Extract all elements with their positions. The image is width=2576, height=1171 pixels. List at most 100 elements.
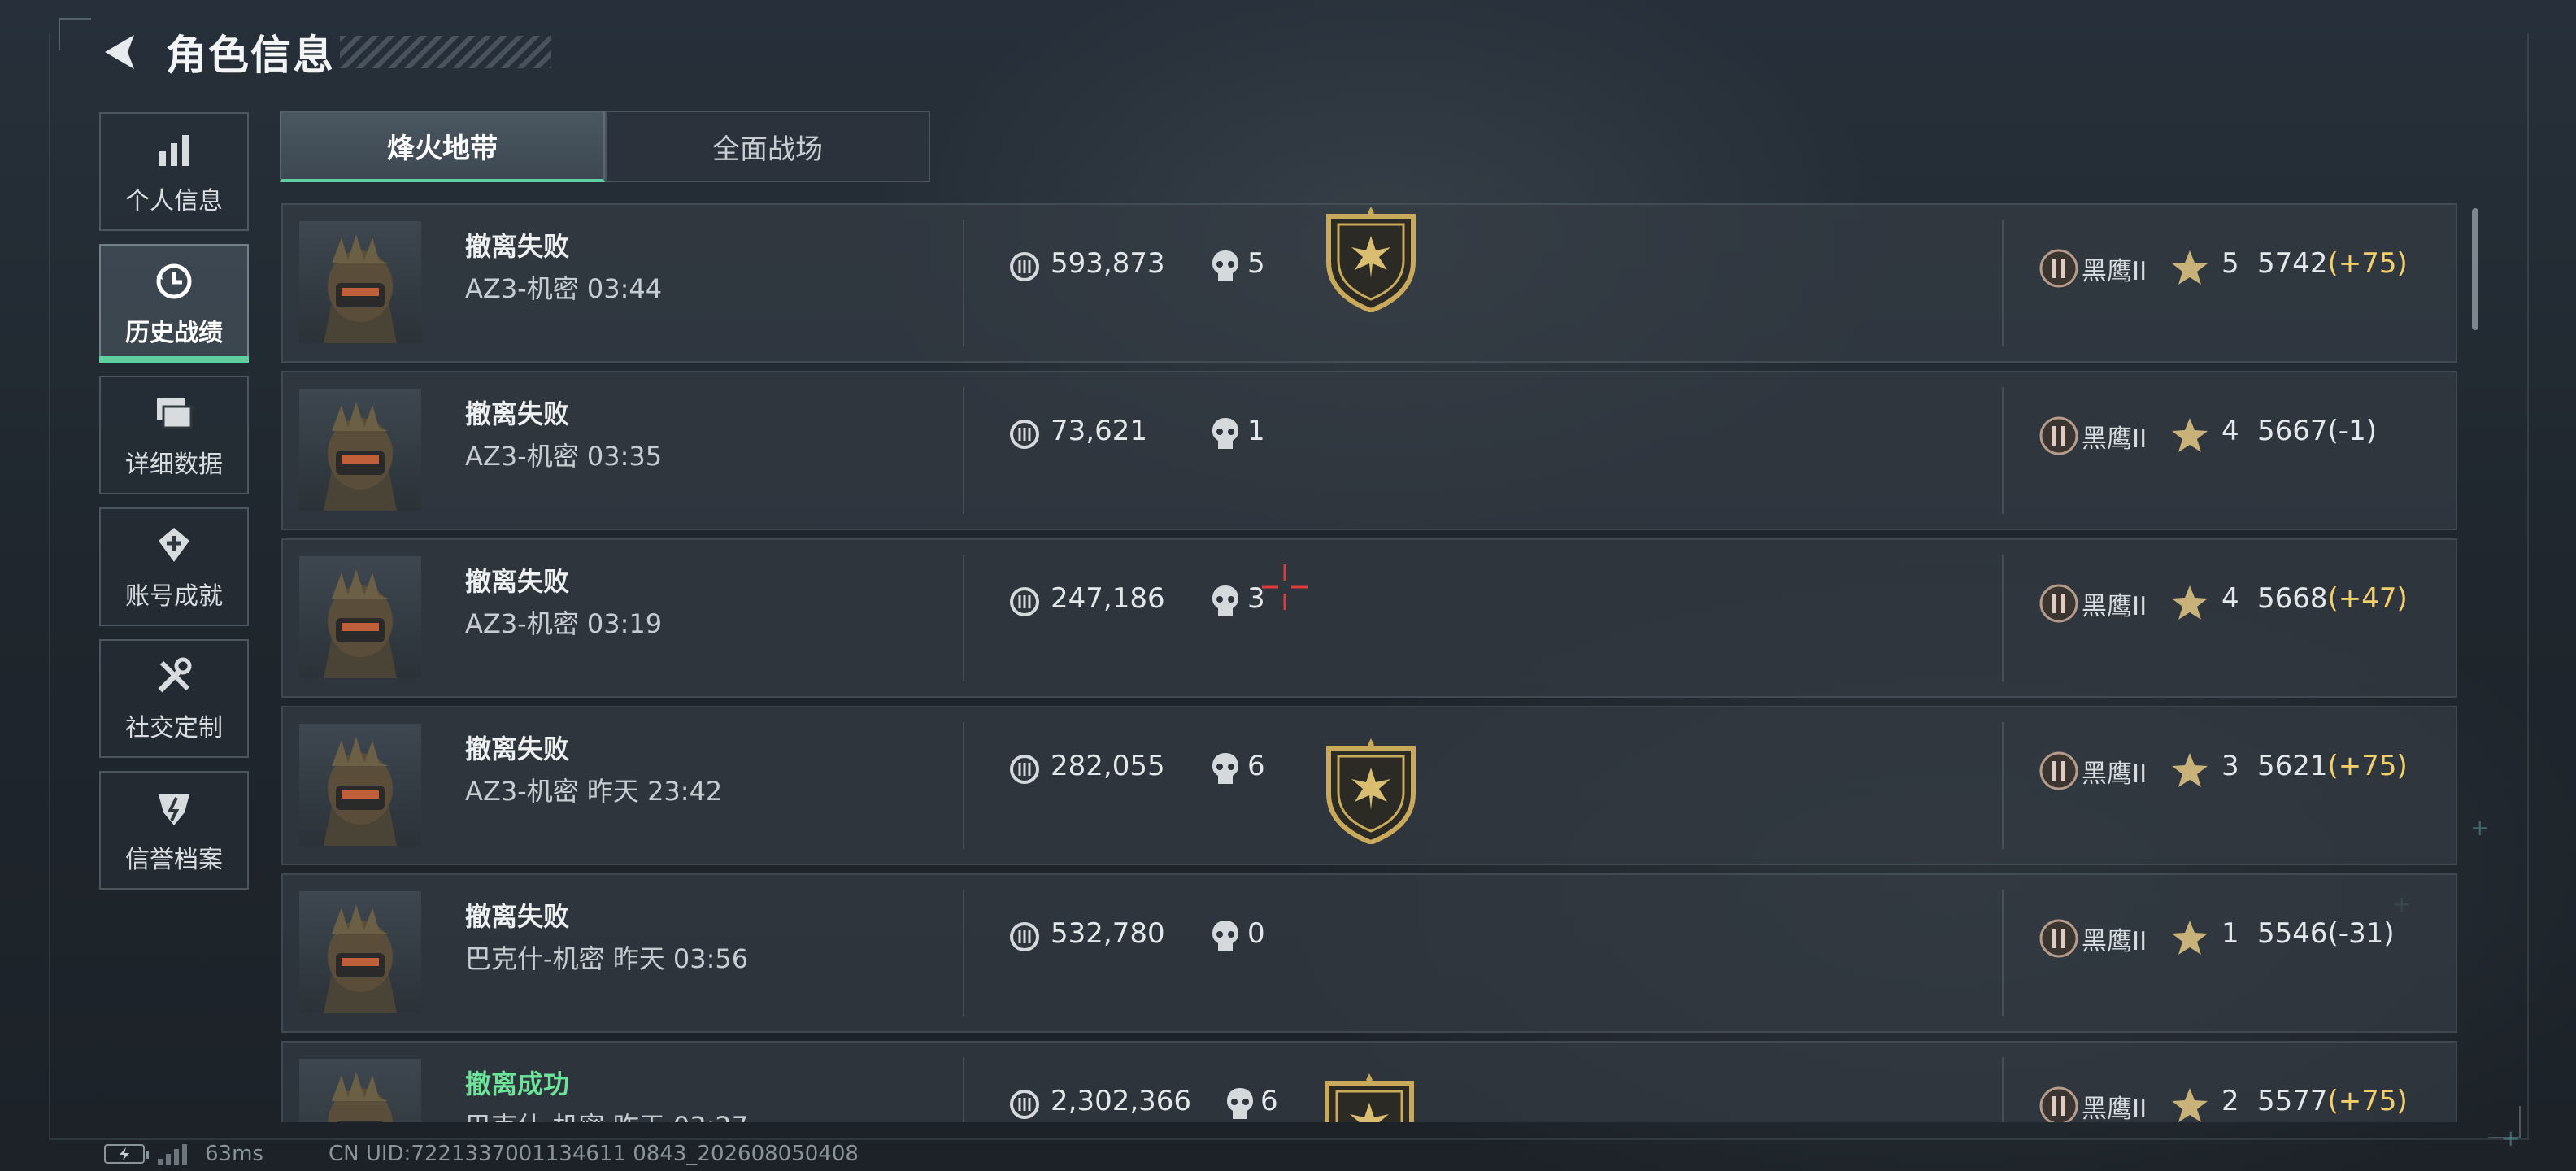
- extraction-status: 撤离失败: [465, 231, 570, 262]
- rank-score: 5742(+75): [2257, 247, 2408, 280]
- divider: [2002, 555, 2004, 681]
- score-value: 5742: [2257, 247, 2328, 280]
- crosshair-mark-icon: +: [2501, 1125, 2521, 1151]
- tab-warfare[interactable]: 全面战场: [605, 111, 930, 182]
- rank-name: 黑鹰II: [2082, 1095, 2147, 1122]
- star-icon: [2172, 586, 2208, 620]
- map-and-time: AZ3-机密 03:19: [465, 608, 663, 639]
- divider: [963, 722, 964, 849]
- score-delta: (+75): [2327, 247, 2408, 280]
- uid-text: CN UID:7221337001134611 0843_20260805040…: [328, 1142, 859, 1166]
- kill-count: 6: [1247, 750, 1265, 782]
- loot-value: 532,780: [1051, 917, 1165, 950]
- kill-count: 1: [1247, 415, 1265, 447]
- divider: [2002, 387, 2004, 514]
- map-and-time: AZ3-机密 昨天 23:42: [465, 776, 723, 807]
- score-delta: (+75): [2327, 750, 2408, 782]
- extraction-status: 撤离成功: [465, 1069, 570, 1099]
- rank-badge-icon: [2039, 1086, 2078, 1122]
- rank-name: 黑鹰II: [2082, 592, 2147, 621]
- operator-avatar: [299, 891, 421, 1013]
- match-row[interactable]: 撤离失败 巴克什-机密 昨天 03:56 532,780 0 黑鹰II 1 55…: [281, 873, 2457, 1033]
- star-icon: [2172, 1088, 2208, 1122]
- operator-avatar: [299, 1059, 421, 1122]
- match-history-list[interactable]: 撤离失败 AZ3-机密 03:44 593,873 5 黑鹰II 5 5742(…: [281, 203, 2457, 1122]
- match-row[interactable]: 撤离失败 AZ3-机密 03:44 593,873 5 黑鹰II 5 5742(…: [281, 203, 2457, 363]
- sidebar: 个人信息 历史战绩 详细数据 账号成就 社交定制 信誉档案: [99, 112, 249, 903]
- cursor-crosshair-icon: [1262, 564, 1308, 610]
- divider: [963, 220, 964, 346]
- star-count: 2: [2221, 1085, 2239, 1117]
- divider: [2002, 722, 2004, 849]
- currency-icon: [1010, 252, 1039, 281]
- frame-line-left: [49, 33, 50, 1138]
- sidebar-item-detailed-data[interactable]: 详细数据: [99, 376, 249, 494]
- skull-icon: [1212, 586, 1238, 616]
- list-scrollbar[interactable]: [2472, 208, 2478, 330]
- map-and-time: 巴克什-机密 昨天 03:56: [465, 943, 749, 974]
- back-button[interactable]: [96, 28, 145, 76]
- sidebar-item-achievements[interactable]: 账号成就: [99, 507, 249, 626]
- skull-icon: [1212, 250, 1238, 281]
- frame-line-right: [2527, 33, 2529, 1138]
- star-count: 1: [2221, 917, 2239, 950]
- extraction-status: 撤离失败: [465, 398, 570, 429]
- rank-badge-icon: [2039, 919, 2078, 958]
- map-and-time: AZ3-机密 03:35: [465, 441, 663, 472]
- page-title: 角色信息: [166, 32, 335, 79]
- star-count: 4: [2221, 415, 2239, 447]
- rank-badge-icon: [2039, 751, 2078, 790]
- match-row[interactable]: 撤离失败 AZ3-机密 03:19 247,186 3 黑鹰II 4 5668(…: [281, 538, 2457, 698]
- back-arrow-icon: [105, 35, 134, 69]
- rank-name: 黑鹰II: [2082, 257, 2147, 286]
- kill-count: 5: [1247, 247, 1265, 280]
- ping-value: 63ms: [205, 1142, 263, 1166]
- currency-icon: [1010, 1090, 1039, 1119]
- sidebar-item-label: 历史战绩: [125, 319, 223, 347]
- loot-value: 2,302,366: [1051, 1085, 1192, 1117]
- rank-score: 5667(-1): [2257, 415, 2377, 447]
- rank-name: 黑鹰II: [2082, 760, 2147, 789]
- match-row[interactable]: 撤离成功 巴克什-机密 昨天 03:27 2,302,366 6 黑鹰II 2 …: [281, 1041, 2457, 1122]
- rank-name: 黑鹰II: [2082, 927, 2147, 956]
- divider: [963, 1057, 964, 1122]
- sidebar-item-label: 账号成就: [125, 582, 223, 611]
- loot-value: 282,055: [1051, 750, 1165, 782]
- rank-name: 黑鹰II: [2082, 424, 2147, 454]
- divider: [963, 555, 964, 681]
- score-delta: (+47): [2327, 582, 2408, 615]
- sidebar-item-credit[interactable]: 信誉档案: [99, 771, 249, 890]
- kill-count: 0: [1247, 917, 1265, 950]
- sidebar-item-label: 社交定制: [125, 714, 223, 742]
- rank-score: 5546(-31): [2257, 917, 2395, 950]
- tab-operations[interactable]: 烽火地带: [280, 111, 605, 182]
- wrench-icon: [151, 654, 197, 699]
- map-and-time: AZ3-机密 03:44: [465, 273, 663, 304]
- score-value: 5546: [2257, 917, 2328, 950]
- sidebar-item-history[interactable]: 历史战绩: [99, 244, 249, 363]
- score-value: 5577: [2257, 1085, 2328, 1117]
- score-delta: (+75): [2327, 1085, 2408, 1117]
- loot-value: 593,873: [1051, 247, 1165, 280]
- divider: [2002, 890, 2004, 1016]
- kill-count: 6: [1260, 1085, 1278, 1117]
- map-and-time: 巴克什-机密 昨天 03:27: [465, 1106, 748, 1122]
- sidebar-item-personal-info[interactable]: 个人信息: [99, 112, 249, 231]
- signal-icon: [158, 1143, 187, 1165]
- header: 角色信息: [96, 23, 551, 81]
- sidebar-item-label: 详细数据: [125, 451, 223, 479]
- title-decoration: [340, 36, 551, 68]
- divider: [963, 387, 964, 514]
- sidebar-item-social[interactable]: 社交定制: [99, 639, 249, 758]
- star-icon: [2172, 753, 2208, 787]
- match-row[interactable]: 撤离失败 AZ3-机密 昨天 23:42 282,055 6 黑鹰II 3 56…: [281, 706, 2457, 865]
- score-delta: (-1): [2327, 415, 2377, 447]
- crosshair-mark-icon: +: [2470, 814, 2490, 841]
- rank-score: 5577(+75): [2257, 1085, 2408, 1117]
- score-value: 5668: [2257, 582, 2328, 615]
- skull-icon: [1212, 753, 1238, 784]
- match-row[interactable]: 撤离失败 AZ3-机密 03:35 73,621 1 黑鹰II 4 5667(-…: [281, 371, 2457, 530]
- sidebar-item-label: 信誉档案: [125, 846, 223, 874]
- operator-avatar: [299, 556, 421, 678]
- mvp-medal-icon: [1326, 738, 1416, 844]
